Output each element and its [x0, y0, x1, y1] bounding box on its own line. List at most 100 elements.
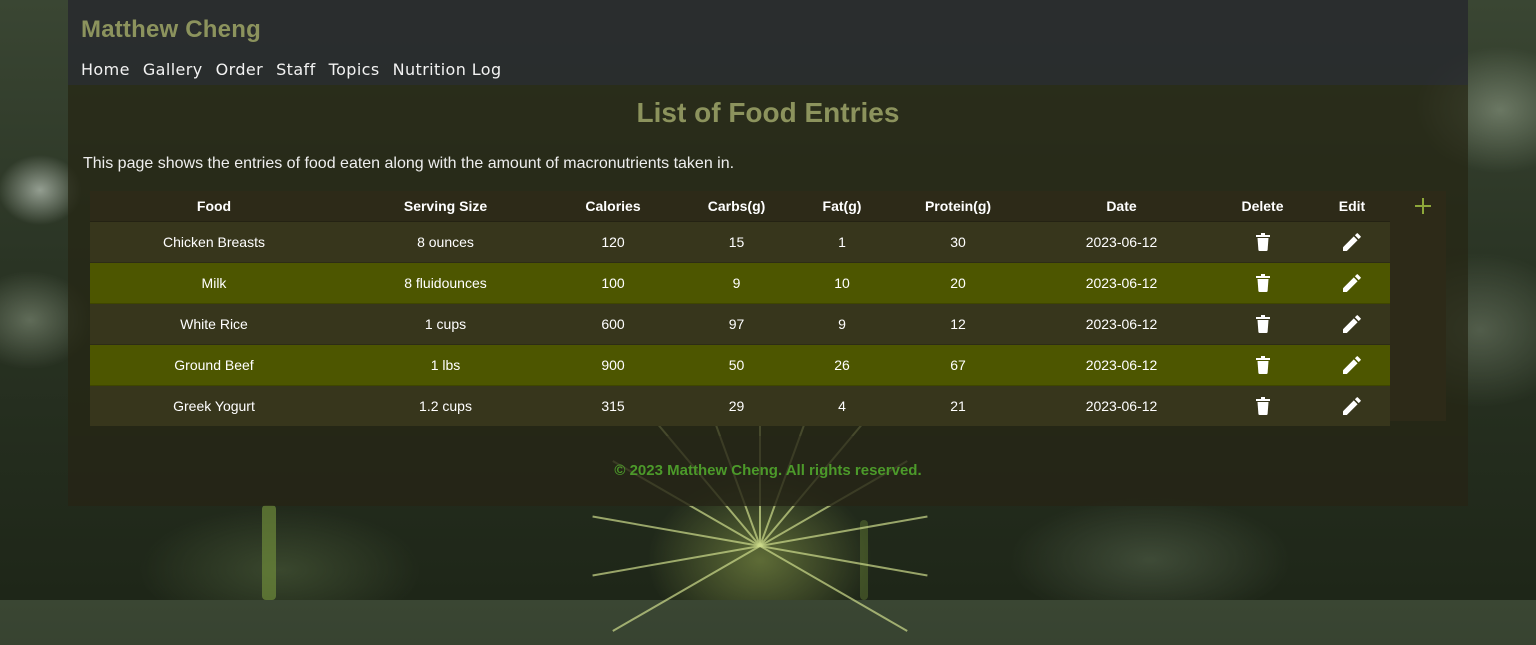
cell-carbs: 9 [673, 262, 800, 304]
cell-food: Milk [90, 262, 338, 304]
table-row: Chicken Breasts 8 ounces 120 15 1 30 2023-06-1… [90, 221, 1390, 263]
nav-staff[interactable]: Staff [276, 60, 316, 79]
edit-button[interactable] [1340, 312, 1364, 336]
page-description: This page shows the entries of food eate… [83, 155, 735, 172]
delete-button[interactable] [1251, 312, 1275, 336]
nav-home[interactable]: Home [81, 60, 130, 79]
trash-icon [1255, 233, 1270, 251]
main-content: List of Food Entries This page shows the… [68, 85, 1468, 436]
cell-delete [1211, 221, 1314, 263]
cell-fat: 4 [800, 385, 884, 426]
edit-button[interactable] [1340, 271, 1364, 295]
cell-edit [1314, 221, 1390, 263]
column-header-delete: Delete [1211, 191, 1314, 222]
background-stem [262, 505, 276, 600]
column-header-protein: Protein(g) [884, 191, 1032, 222]
nav-topics[interactable]: Topics [329, 60, 380, 79]
cell-edit [1314, 344, 1390, 386]
cell-protein: 30 [884, 221, 1032, 263]
pencil-icon [1343, 356, 1361, 374]
site-title: Matthew Cheng [81, 16, 261, 43]
add-entry-button[interactable] [1410, 193, 1436, 219]
food-table-container: Food Serving Size Calories Carbs(g) Fat(… [90, 191, 1446, 426]
trash-icon [1255, 356, 1270, 374]
column-header-serving-size: Serving Size [338, 191, 553, 222]
table-row: Ground Beef 1 lbs 900 50 26 67 2023-06-12 [90, 344, 1390, 386]
nav-nutrition-log[interactable]: Nutrition Log [393, 60, 502, 79]
delete-button[interactable] [1251, 353, 1275, 377]
cell-edit [1314, 385, 1390, 426]
cell-carbs: 15 [673, 221, 800, 263]
edit-button[interactable] [1340, 230, 1364, 254]
column-header-food: Food [90, 191, 338, 222]
column-header-calories: Calories [553, 191, 673, 222]
cell-fat: 1 [800, 221, 884, 263]
cell-protein: 67 [884, 344, 1032, 386]
table-row: Greek Yogurt 1.2 cups 315 29 4 21 2023-06-12 [90, 385, 1390, 426]
cell-serving-size: 1.2 cups [338, 385, 553, 426]
delete-button[interactable] [1251, 271, 1275, 295]
cell-date: 2023-06-12 [1032, 344, 1211, 386]
cell-protein: 20 [884, 262, 1032, 304]
cell-serving-size: 1 lbs [338, 344, 553, 386]
cell-carbs: 50 [673, 344, 800, 386]
cell-delete [1211, 262, 1314, 304]
cell-fat: 9 [800, 303, 884, 345]
cell-protein: 12 [884, 303, 1032, 345]
cell-food: Greek Yogurt [90, 385, 338, 426]
cell-date: 2023-06-12 [1032, 221, 1211, 263]
column-header-date: Date [1032, 191, 1211, 222]
site-header: Matthew Cheng Home Gallery Order Staff T… [68, 0, 1468, 85]
cell-edit [1314, 262, 1390, 304]
table-row: White Rice 1 cups 600 97 9 12 2023-06-12 [90, 303, 1390, 345]
cell-carbs: 97 [673, 303, 800, 345]
cell-delete [1211, 385, 1314, 426]
plus-icon [1415, 198, 1431, 214]
cell-fat: 10 [800, 262, 884, 304]
background-flower [580, 376, 940, 645]
cell-calories: 100 [553, 262, 673, 304]
cell-delete [1211, 344, 1314, 386]
table-header-row: Food Serving Size Calories Carbs(g) Fat(… [90, 191, 1390, 222]
footer-copyright: © 2023 Matthew Cheng. All rights reserve… [614, 462, 922, 479]
cell-fat: 26 [800, 344, 884, 386]
table-row: Milk 8 fluidounces 100 9 10 20 2023-06-12 [90, 262, 1390, 304]
food-entries-table: Food Serving Size Calories Carbs(g) Fat(… [90, 191, 1390, 426]
main-nav: Home Gallery Order Staff Topics Nutritio… [81, 60, 502, 79]
cell-carbs: 29 [673, 385, 800, 426]
cell-calories: 600 [553, 303, 673, 345]
pencil-icon [1343, 397, 1361, 415]
page-container: Matthew Cheng Home Gallery Order Staff T… [68, 0, 1468, 506]
column-header-edit: Edit [1314, 191, 1390, 222]
cell-calories: 900 [553, 344, 673, 386]
cell-protein: 21 [884, 385, 1032, 426]
cell-edit [1314, 303, 1390, 345]
delete-button[interactable] [1251, 394, 1275, 418]
cell-food: White Rice [90, 303, 338, 345]
delete-button[interactable] [1251, 230, 1275, 254]
cell-date: 2023-06-12 [1032, 303, 1211, 345]
edit-button[interactable] [1340, 394, 1364, 418]
pencil-icon [1343, 233, 1361, 251]
cell-calories: 120 [553, 221, 673, 263]
cell-date: 2023-06-12 [1032, 385, 1211, 426]
trash-icon [1255, 274, 1270, 292]
page-title: List of Food Entries [636, 97, 900, 128]
edit-button[interactable] [1340, 353, 1364, 377]
cell-serving-size: 8 fluidounces [338, 262, 553, 304]
column-header-carbs: Carbs(g) [673, 191, 800, 222]
pencil-icon [1343, 274, 1361, 292]
cell-delete [1211, 303, 1314, 345]
cell-serving-size: 8 ounces [338, 221, 553, 263]
cell-food: Ground Beef [90, 344, 338, 386]
cell-serving-size: 1 cups [338, 303, 553, 345]
cell-calories: 315 [553, 385, 673, 426]
column-header-fat: Fat(g) [800, 191, 884, 222]
cell-date: 2023-06-12 [1032, 262, 1211, 304]
nav-gallery[interactable]: Gallery [143, 60, 203, 79]
trash-icon [1255, 315, 1270, 333]
pencil-icon [1343, 315, 1361, 333]
nav-order[interactable]: Order [216, 60, 263, 79]
trash-icon [1255, 397, 1270, 415]
cell-food: Chicken Breasts [90, 221, 338, 263]
